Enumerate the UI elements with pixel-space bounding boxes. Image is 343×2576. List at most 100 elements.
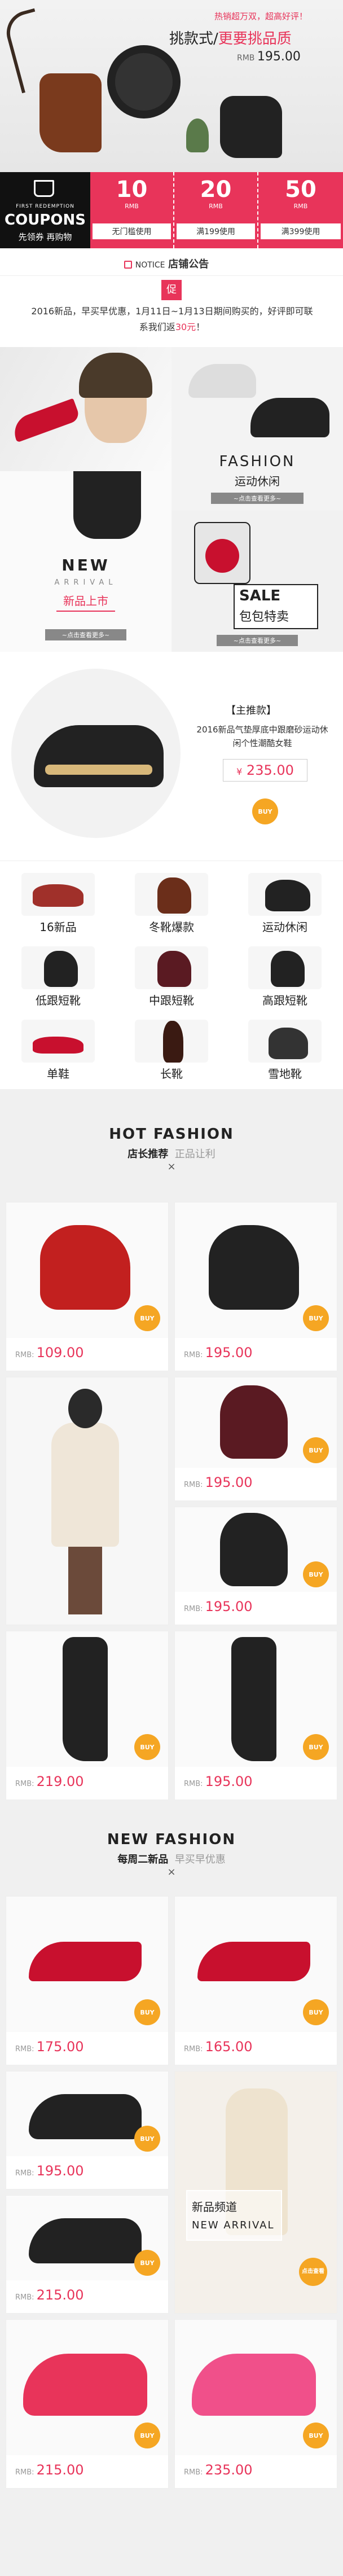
buy-button[interactable]: BUY (303, 1305, 329, 1331)
main-sneaker-image (34, 725, 164, 787)
category-winter-boots[interactable]: 冬靴爆款 (118, 870, 225, 934)
new-product-4[interactable]: RMB: 215.00 BUY (6, 2195, 169, 2314)
new-arrival-channel[interactable]: 新品频道 NEW ARRIVAL 点击查看 (174, 2071, 337, 2314)
category-pumps[interactable]: 单鞋 (5, 1016, 112, 1081)
price-currency: RMB: (15, 2293, 34, 2302)
hot-product-2[interactable]: RMB: 195.00 BUY (174, 1202, 337, 1371)
category-long-boots[interactable]: 长靴 (118, 1016, 225, 1081)
notice-label-cn: 店铺公告 (168, 258, 209, 270)
hot-product-5[interactable]: RMB: 219.00 BUY (6, 1631, 169, 1800)
new-product-6[interactable]: RMB: 235.00 BUY (174, 2319, 337, 2489)
banner-price: RMB 195.00 (237, 50, 301, 64)
main-price: 235.00 (246, 762, 294, 778)
category-shoe-image (265, 880, 310, 911)
banner-title: 挑款式/更要挑品质 (169, 27, 292, 48)
category-image (21, 1020, 95, 1063)
buy-button[interactable]: BUY (134, 2250, 160, 2276)
new-divider-x: × (167, 1866, 176, 1878)
fashion-more: ~点击查看更多~ (211, 493, 304, 504)
product-price: RMB: 219.00 (15, 1774, 84, 1789)
notice-label-en: NOTICE (135, 261, 165, 270)
price-currency: RMB: (184, 2468, 203, 2477)
buy-button[interactable]: BUY (134, 1999, 160, 2025)
new-en: NEW (61, 556, 110, 574)
feature-fashion[interactable]: FASHION 运动休闲 ~点击查看更多~ (172, 347, 343, 511)
product-price: RMB: 235.00 (184, 2462, 253, 2478)
notice-text-a: 2016新品，早买早优惠，1月11日~1月13日期间购买的，好评即可联系我们返 (31, 306, 313, 332)
new-product-3[interactable]: RMB: 195.00 BUY (6, 2071, 169, 2189)
hot-product-6[interactable]: RMB: 195.00 BUY (174, 1631, 337, 1800)
coupon-20[interactable]: 20 RMB 满199使用 (174, 172, 258, 248)
top-banner[interactable]: 热销超万双，超高好评！ 挑款式/更要挑品质 RMB 195.00 (0, 0, 343, 172)
category-image (135, 1020, 208, 1063)
coupon-50[interactable]: 50 RMB 满399使用 (258, 172, 343, 248)
buy-button[interactable]: BUY (303, 2423, 329, 2448)
category-16-new[interactable]: 16新品 (5, 870, 112, 934)
sneaker-black-image (250, 398, 329, 437)
buy-button[interactable]: BUY (134, 2423, 160, 2448)
category-high-heel-boots[interactable]: 高跟短靴 (231, 943, 338, 1007)
red-heel-image (9, 398, 81, 443)
price-value: 195.00 (205, 1474, 253, 1490)
channel-en: NEW ARRIVAL (192, 2219, 275, 2231)
price-currency: RMB: (184, 2045, 203, 2053)
buy-button[interactable]: BUY (134, 2126, 160, 2152)
hot-product-1[interactable]: RMB: 109.00 BUY (6, 1202, 169, 1371)
category-shoe-image (157, 877, 191, 914)
new-product-1[interactable]: RMB: 175.00 BUY (6, 1896, 169, 2065)
black-zip-boot-image (220, 1513, 288, 1586)
feature-red-heels[interactable] (0, 347, 172, 471)
category-mid-heel-boots[interactable]: 中跟短靴 (118, 943, 225, 1007)
pink-air-sneaker-image (192, 2354, 316, 2416)
hat-image (107, 45, 181, 119)
category-image (21, 946, 95, 989)
coupon-50-cond: 满399使用 (261, 223, 341, 239)
new-header: NEW FASHION 每周二新品 早买早优惠 × (0, 1831, 343, 1878)
buy-button[interactable]: BUY (303, 1561, 329, 1587)
hot-product-3[interactable]: RMB: 195.00 BUY (174, 1377, 337, 1501)
buy-button[interactable]: BUY (134, 1734, 160, 1760)
buy-button[interactable]: BUY (303, 1734, 329, 1760)
price-value: 109.00 (36, 1345, 84, 1361)
price-value: 215.00 (36, 2462, 84, 2478)
coupon-20-unit: RMB (209, 203, 223, 210)
model-body-image (73, 471, 141, 539)
price-value: 165.00 (205, 2039, 253, 2055)
category-shoe-image (269, 1028, 308, 1059)
main-product[interactable]: 【主推款】 2016新品气垫厚底中跟磨砂运动休闲个性潮酷女鞋 ¥ 235.00 … (0, 652, 343, 861)
channel-cn: 新品频道 (192, 2200, 237, 2214)
burgundy-boot-image (220, 1385, 288, 1459)
category-low-heel-boots[interactable]: 低跟短靴 (5, 943, 112, 1007)
new-product-2[interactable]: RMB: 165.00 BUY (174, 1896, 337, 2065)
product-price: RMB: 195.00 (184, 1474, 253, 1490)
hot-model-image[interactable] (6, 1377, 169, 1625)
model-head-image (68, 1389, 102, 1428)
price-value: 215.00 (36, 2287, 84, 2303)
category-image (248, 946, 322, 989)
sale-en: SALE (239, 587, 281, 604)
model-coat-image (51, 1423, 119, 1547)
over-knee-boot-image (231, 1637, 276, 1761)
main-buy-button[interactable]: BUY (252, 798, 278, 824)
price-currency: RMB: (15, 2468, 34, 2477)
notice-header: NOTICE 店铺公告 (124, 256, 209, 271)
feature-new[interactable]: NEW ARRIVAL 新品上市 ~点击查看更多~ (0, 471, 172, 652)
notice-text-b: ！ (196, 322, 205, 332)
coupons-tag-cn: 先领券 再购物 (18, 232, 72, 242)
coupon-10[interactable]: 10 RMB 无门槛使用 (90, 172, 174, 248)
new-product-5[interactable]: RMB: 215.00 BUY (6, 2319, 169, 2489)
brown-boot-image (39, 73, 102, 152)
category-snow-boots[interactable]: 雪地靴 (231, 1016, 338, 1081)
notice-section: NOTICE 店铺公告 促 2016新品，早买早优惠，1月11日~1月13日期间… (0, 248, 343, 347)
channel-view-button[interactable]: 点击查看 (299, 2258, 327, 2286)
hot-product-4[interactable]: RMB: 195.00 BUY (174, 1507, 337, 1625)
buy-button[interactable]: BUY (134, 1305, 160, 1331)
feature-sale[interactable]: SALE 包包特卖 ~点击查看更多~ (172, 511, 343, 652)
new-more: ~点击查看更多~ (45, 629, 126, 640)
buy-button[interactable]: BUY (303, 1437, 329, 1463)
black-boot-image (220, 96, 282, 158)
buy-button[interactable]: BUY (303, 1999, 329, 2025)
hot-title-cn: 店长推荐 正品让利 (0, 1146, 343, 1161)
red-pump-image (29, 1942, 142, 1981)
category-sport[interactable]: 运动休闲 (231, 870, 338, 934)
